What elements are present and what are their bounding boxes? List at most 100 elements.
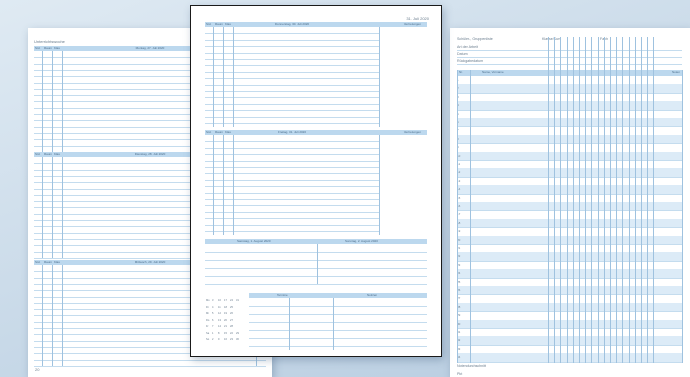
mini-calendar: Mo 3 10 17 24 31 Di 4 11 18 25 Mi 5 12 19 26 Do 6 13 20 27 Fr… — [206, 299, 246, 347]
calendar-cell: 24 — [230, 299, 233, 302]
calendar-cell: 16 — [224, 338, 227, 341]
row-line — [205, 205, 379, 207]
column-line — [62, 157, 63, 258]
column-line — [223, 135, 224, 235]
calendar-cell: 28 — [230, 325, 233, 328]
row-line — [205, 65, 379, 67]
table-column-line — [682, 70, 683, 363]
field-label: Art der Arbeit — [457, 45, 478, 49]
calendar-cell: 5 — [212, 312, 214, 315]
number-header: Nr. — [459, 70, 463, 74]
column-line — [62, 51, 63, 152]
row-line — [205, 167, 379, 168]
row-line — [205, 141, 379, 143]
column-line — [379, 135, 380, 235]
weekend-rows — [205, 244, 427, 285]
calendar-cell: 14 — [218, 325, 221, 328]
column-line — [317, 244, 318, 284]
student-list-page: Schüler-, Gruppenliste Klasse/Kurs Fach … — [450, 28, 690, 377]
calendar-cell: 17 — [224, 299, 227, 302]
grade-column-line — [597, 37, 599, 363]
row-line — [205, 116, 379, 118]
row-line — [457, 361, 682, 363]
row-line — [205, 268, 427, 269]
calendar-cell: 21 — [224, 325, 227, 328]
calendar-cell: 2 — [212, 338, 214, 341]
row-line — [205, 78, 379, 80]
row-line — [457, 294, 682, 296]
striped-row — [457, 252, 682, 261]
column-line — [289, 298, 290, 350]
row-line — [205, 284, 427, 285]
table-header-band: Nr. Name, Vorname Noten — [457, 70, 682, 76]
row-line — [457, 244, 682, 245]
grade-column-line — [616, 37, 618, 363]
grade-column-line — [634, 37, 636, 363]
row-line — [457, 260, 682, 262]
calendar-cell: 10 — [218, 299, 221, 302]
calendar-cell: 7 — [212, 325, 214, 328]
calendar-cell: 18 — [224, 305, 227, 309]
column-line — [233, 27, 234, 127]
calendar-cell: 31 — [236, 299, 239, 302]
calendar-cell: Mi — [206, 312, 209, 315]
points-label: Pkt — [457, 371, 463, 376]
row-line — [205, 154, 379, 156]
grade-column-line — [554, 37, 556, 363]
grade-column-line — [653, 37, 655, 363]
field-label: Rückgabedatum — [457, 59, 484, 63]
row-line — [457, 210, 682, 212]
row-line — [205, 33, 379, 35]
grade-column-line — [566, 37, 568, 363]
day-rows — [205, 27, 427, 127]
grade-column-line — [622, 37, 624, 363]
column-line — [52, 265, 53, 366]
row-line — [205, 173, 379, 175]
day-rows — [205, 135, 427, 235]
average-label: Notendurchschnitt — [457, 363, 486, 368]
row-line — [249, 322, 427, 323]
column-line — [42, 51, 43, 152]
row-line — [205, 110, 379, 112]
row-line — [457, 176, 682, 178]
column-line — [42, 157, 43, 258]
calendar-cell: Sa — [206, 331, 210, 335]
calendar-cell: 26 — [230, 312, 233, 315]
column-line — [52, 51, 53, 152]
calendar-cell: 8 — [218, 331, 220, 335]
calendar-cell: 12 — [218, 312, 221, 315]
row-line — [205, 179, 379, 181]
row-line — [205, 84, 379, 86]
row-line — [457, 193, 682, 195]
row-line — [205, 260, 427, 261]
grade-column-line — [572, 37, 574, 363]
striped-row — [457, 269, 682, 278]
grade-column-line — [641, 37, 642, 363]
column-line — [213, 27, 214, 127]
row-line — [249, 306, 427, 307]
calendar-cell: 6 — [212, 318, 214, 322]
striped-row — [457, 218, 682, 228]
page-date: 31. Juli 2020 — [406, 16, 429, 21]
grade-column-line — [548, 37, 549, 363]
calendar-cell: So — [206, 338, 210, 341]
notes-rows — [249, 298, 427, 350]
calendar-cell: 19 — [224, 312, 227, 315]
column-line — [233, 135, 234, 235]
left-page-number: 20 — [35, 367, 40, 372]
column-line — [213, 135, 214, 235]
calendar-cell: 9 — [218, 338, 220, 341]
row-line — [205, 276, 427, 277]
row-line — [205, 59, 379, 60]
grade-column-line — [591, 37, 593, 363]
row-line — [205, 224, 379, 226]
grade-column-line — [585, 37, 587, 363]
calendar-cell: Di — [206, 305, 209, 309]
field-line — [457, 50, 682, 51]
calendar-cell: 30 — [236, 338, 239, 341]
row-line — [205, 211, 379, 213]
row-line — [205, 39, 379, 41]
row-line — [205, 231, 379, 232]
row-line — [249, 338, 427, 339]
table-column-line — [470, 70, 471, 363]
